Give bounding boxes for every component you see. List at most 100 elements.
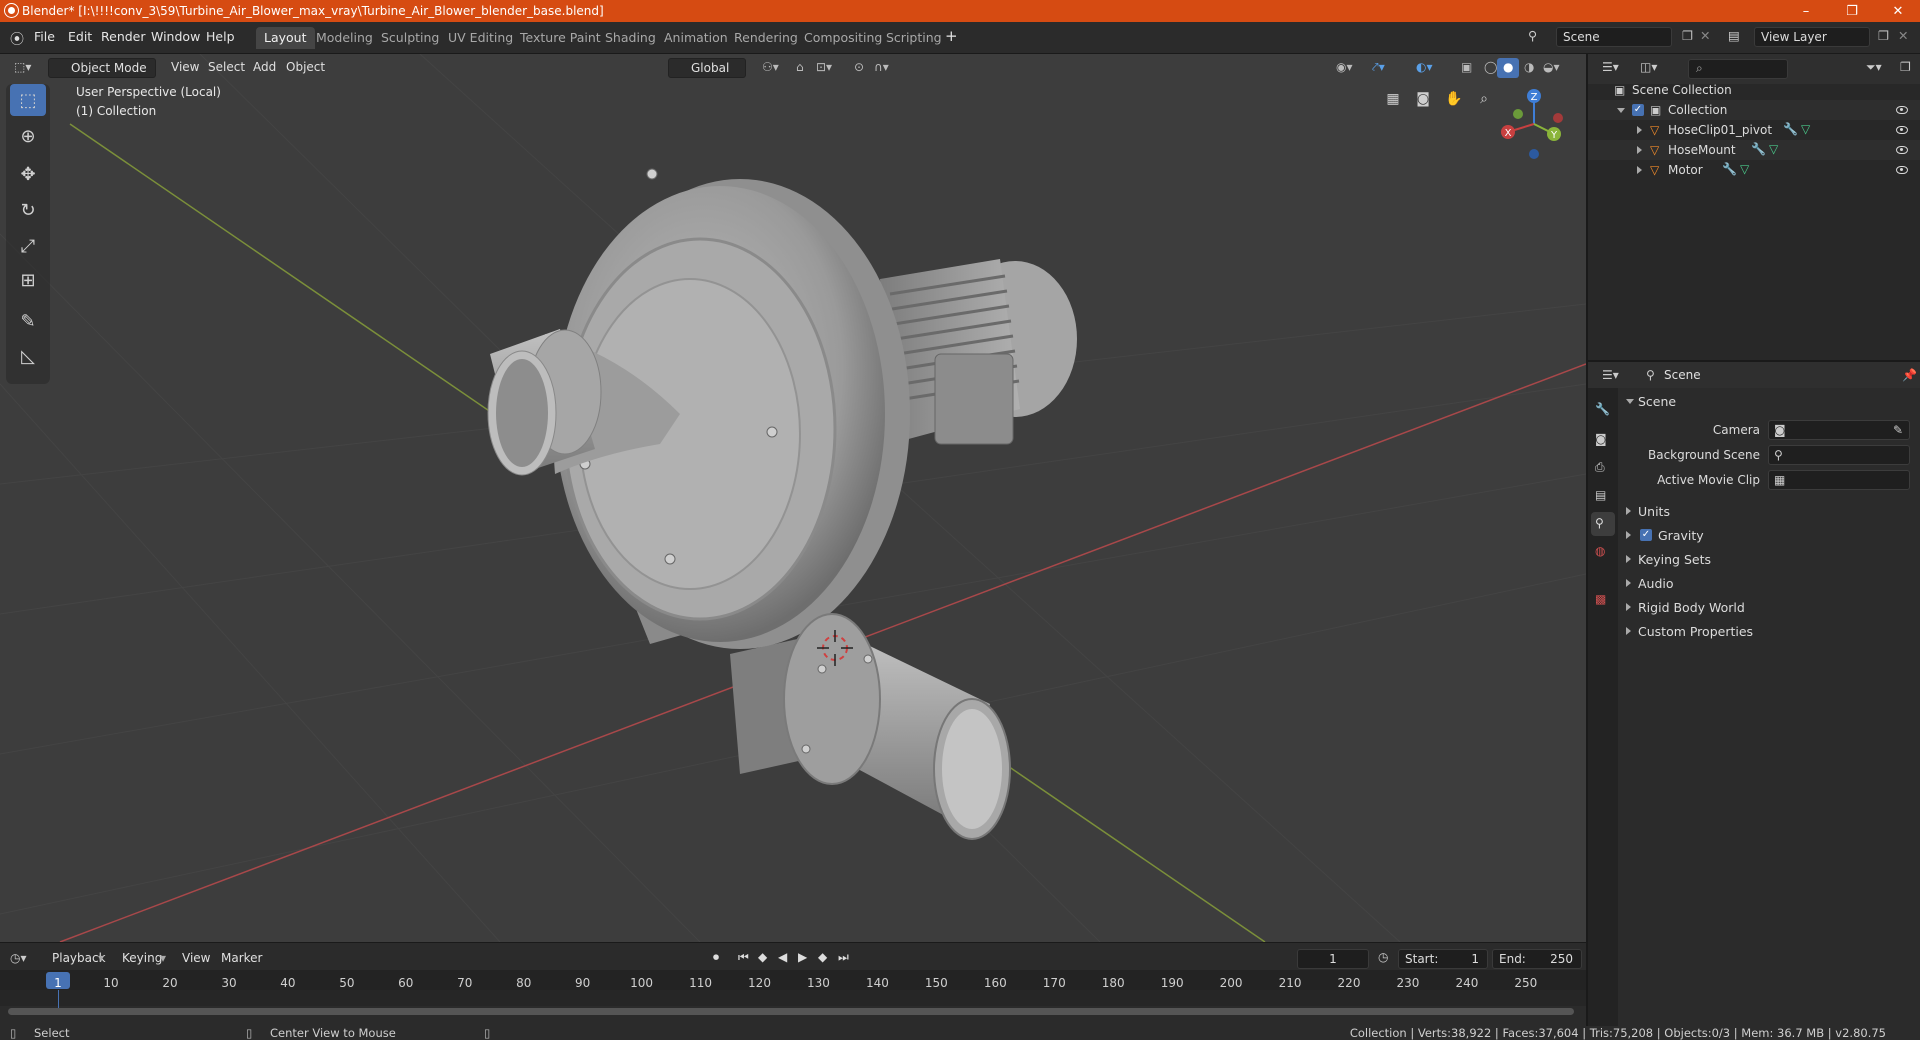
- menu-keying[interactable]: Keying: [122, 951, 162, 965]
- gravity-checkbox[interactable]: ✓: [1640, 529, 1652, 541]
- add-workspace-button[interactable]: +: [945, 27, 958, 45]
- menu-file[interactable]: File: [34, 29, 55, 44]
- texture-tab-icon[interactable]: ▩: [1595, 592, 1606, 606]
- move-tool-icon[interactable]: ✥: [10, 158, 46, 190]
- object-visibility-eye-icon[interactable]: [1896, 126, 1908, 134]
- transform-orientation-selector[interactable]: Global: [668, 58, 746, 78]
- zoom-view-icon[interactable]: ⌕: [1471, 86, 1497, 112]
- menu-edit[interactable]: Edit: [68, 29, 92, 44]
- view-layer-selector[interactable]: View Layer: [1754, 27, 1870, 47]
- world-tab-icon[interactable]: ◍: [1595, 544, 1605, 558]
- collection-checkbox[interactable]: ✓: [1632, 104, 1644, 116]
- display-mode-icon[interactable]: ◫▾: [1634, 58, 1663, 78]
- menu-view[interactable]: View: [165, 58, 205, 78]
- cursor-tool-icon[interactable]: ⊕: [10, 120, 46, 152]
- timeline-track[interactable]: [0, 990, 1586, 1006]
- visibility-icon[interactable]: ◉▾: [1330, 58, 1359, 78]
- new-collection-icon[interactable]: ❐: [1894, 58, 1917, 78]
- outliner-row-collection[interactable]: ✓ ▣ Collection: [1588, 100, 1920, 120]
- menu-add[interactable]: Add: [247, 58, 282, 78]
- outliner-row-object[interactable]: ▽ Motor 🔧 ▽: [1588, 160, 1920, 180]
- rotate-tool-icon[interactable]: ↻: [10, 194, 46, 226]
- menu-help[interactable]: Help: [206, 29, 235, 44]
- jump-start-icon[interactable]: ⏮: [738, 950, 749, 965]
- current-frame-field[interactable]: 1: [1297, 949, 1369, 969]
- falloff-icon[interactable]: ∩▾: [868, 58, 895, 78]
- properties-editor-type-icon[interactable]: ☰▾: [1596, 366, 1625, 386]
- expand-audio-icon[interactable]: [1626, 579, 1631, 587]
- background-scene-field[interactable]: [1768, 445, 1910, 465]
- snap-target-icon[interactable]: ⊡▾: [810, 58, 838, 78]
- minimize-button[interactable]: –: [1783, 0, 1829, 22]
- camera-view-icon[interactable]: ◙: [1410, 86, 1436, 112]
- gizmo-neg-z[interactable]: [1529, 149, 1539, 159]
- expand-gravity-icon[interactable]: [1626, 531, 1631, 539]
- expand-collection-icon[interactable]: [1617, 108, 1625, 113]
- timeline-editor-type-icon[interactable]: ◷▾: [10, 951, 27, 965]
- editor-type-icon[interactable]: ⬚▾: [8, 58, 37, 78]
- menu-marker[interactable]: Marker: [221, 951, 262, 965]
- gizmo-neg-x[interactable]: [1553, 113, 1563, 123]
- play-reverse-icon[interactable]: ◀: [778, 950, 787, 964]
- filter-icon[interactable]: ⏷▾: [1860, 58, 1888, 78]
- pan-view-icon[interactable]: ✋: [1441, 86, 1467, 112]
- xray-toggle-icon[interactable]: ▣: [1455, 58, 1478, 78]
- overlay-toggle-icon[interactable]: ◐▾: [1410, 58, 1439, 78]
- pivot-point-icon[interactable]: ⚇▾: [756, 58, 785, 78]
- navigation-gizmo[interactable]: Z X Y: [1498, 84, 1570, 164]
- new-view-layer-icon[interactable]: ❐: [1878, 28, 1889, 43]
- outliner-row-object[interactable]: ▽ HoseMount 🔧 ▽: [1588, 140, 1920, 160]
- mode-selector[interactable]: Object Mode: [48, 58, 156, 78]
- tab-shading[interactable]: Shading: [597, 27, 664, 49]
- scale-tool-icon[interactable]: ⤢: [10, 230, 46, 262]
- expand-object-icon[interactable]: [1637, 166, 1642, 174]
- collapse-scene-icon[interactable]: [1626, 399, 1634, 404]
- measure-tool-icon[interactable]: ◺: [10, 340, 46, 372]
- tab-animation[interactable]: Animation: [656, 27, 736, 49]
- tab-compositing[interactable]: Compositing: [796, 27, 890, 49]
- active-movie-clip-field[interactable]: [1768, 470, 1910, 490]
- tab-scripting[interactable]: Scripting: [878, 27, 950, 49]
- rendered-shading-icon[interactable]: ◒▾: [1537, 58, 1566, 78]
- blender-menu-icon[interactable]: ⦿: [10, 29, 24, 49]
- object-visibility-eye-icon[interactable]: [1896, 166, 1908, 174]
- expand-units-icon[interactable]: [1626, 507, 1631, 515]
- new-scene-icon[interactable]: ❐: [1682, 28, 1693, 43]
- delete-view-layer-icon[interactable]: ✕: [1898, 28, 1908, 43]
- expand-custom-properties-icon[interactable]: [1626, 627, 1631, 635]
- menu-render[interactable]: Render: [101, 29, 146, 44]
- solid-shading-icon[interactable]: ●: [1497, 58, 1520, 78]
- scene-tab-icon[interactable]: ⚲: [1591, 512, 1615, 536]
- jump-end-icon[interactable]: ⏭: [838, 950, 849, 965]
- 3d-viewport[interactable]: [0, 54, 1586, 942]
- timeline-scrollbar[interactable]: [8, 1008, 1574, 1015]
- collection-visibility-eye-icon[interactable]: [1896, 106, 1908, 114]
- menu-window[interactable]: Window: [151, 29, 200, 44]
- record-icon[interactable]: ⏺: [713, 950, 719, 965]
- annotate-tool-icon[interactable]: ✎: [10, 305, 46, 337]
- outliner-row-scene-collection[interactable]: ▣ Scene Collection: [1588, 80, 1920, 100]
- playback-dropdown-icon[interactable]: ▾: [98, 951, 104, 965]
- grid-view-icon[interactable]: ▦: [1380, 86, 1406, 112]
- snap-icon[interactable]: ⌂: [790, 58, 810, 78]
- tab-texture-paint[interactable]: Texture Paint: [512, 27, 609, 49]
- outliner-editor-type-icon[interactable]: ☰▾: [1596, 58, 1625, 78]
- gizmo-neg-y[interactable]: [1513, 109, 1523, 119]
- jump-keyframe-forward-icon[interactable]: ◆: [818, 950, 827, 964]
- camera-field[interactable]: [1768, 420, 1910, 440]
- eyedropper-icon[interactable]: ✎: [1893, 423, 1903, 437]
- expand-rigid-body-icon[interactable]: [1626, 603, 1631, 611]
- close-button[interactable]: ✕: [1875, 0, 1920, 22]
- view-layer-tab-icon[interactable]: ▤: [1595, 488, 1606, 502]
- preview-range-icon[interactable]: ◷: [1378, 950, 1388, 964]
- scene-selector[interactable]: Scene: [1556, 27, 1672, 47]
- tab-sculpting[interactable]: Sculpting: [373, 27, 447, 49]
- tab-modeling[interactable]: Modeling: [308, 27, 381, 49]
- expand-object-icon[interactable]: [1637, 126, 1642, 134]
- outliner-row-object[interactable]: ▽ HoseClip01_pivot 🔧 ▽: [1588, 120, 1920, 140]
- gizmo-toggle-icon[interactable]: ⤤▾: [1366, 58, 1391, 78]
- tab-uv-editing[interactable]: UV Editing: [440, 27, 521, 49]
- select-box-tool-icon[interactable]: ⬚: [10, 84, 46, 116]
- start-frame-field[interactable]: Start: 1: [1398, 949, 1488, 969]
- menu-timeline-view[interactable]: View: [182, 951, 210, 965]
